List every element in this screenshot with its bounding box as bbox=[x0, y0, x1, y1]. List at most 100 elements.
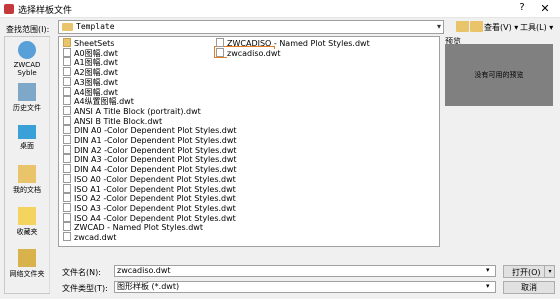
file-icon bbox=[63, 222, 71, 232]
title-bar: 选择样板文件 ? ✕ bbox=[0, 0, 560, 18]
file-icon bbox=[63, 47, 71, 57]
file-name: DIN A1 -Color Dependent Plot Styles.dwt bbox=[74, 136, 237, 145]
file-name: A0图幅.dwt bbox=[74, 48, 118, 58]
file-icon bbox=[63, 86, 71, 96]
open-button-label: 打开(O) bbox=[512, 268, 541, 277]
file-name: ISO A4 -Color Dependent Plot Styles.dwt bbox=[74, 213, 236, 223]
file-name: DIN A0 -Color Dependent Plot Styles.dwt bbox=[74, 126, 237, 136]
open-button[interactable]: 打开(O) ▾ bbox=[503, 265, 555, 278]
file-item[interactable]: DIN A2 -Color Dependent Plot Styles.dwt bbox=[63, 144, 237, 155]
view-menu-button[interactable]: 查看(V) ▾ bbox=[484, 22, 518, 33]
cancel-button[interactable]: 取消 bbox=[503, 281, 555, 294]
close-button[interactable]: ✕ bbox=[538, 2, 552, 16]
file-type-select[interactable]: 图形样板 (*.dwt) bbox=[114, 281, 496, 293]
file-item[interactable]: ANSI B Title Block.dwt bbox=[63, 115, 163, 126]
look-in-combo[interactable]: Template ▾ bbox=[58, 20, 444, 34]
file-name: A4图幅.dwt bbox=[74, 87, 118, 97]
file-icon bbox=[63, 125, 71, 135]
file-name-input[interactable]: zwcadiso.dwt bbox=[114, 265, 496, 277]
file-item[interactable]: ZWCADISO - Named Plot Styles.dwt bbox=[216, 38, 370, 48]
new-folder-icon[interactable] bbox=[470, 21, 483, 32]
chevron-down-icon[interactable]: ▾ bbox=[486, 266, 490, 274]
file-icon bbox=[63, 105, 71, 115]
file-icon bbox=[63, 115, 71, 125]
app-icon bbox=[4, 4, 14, 14]
place-history[interactable]: 历史文件 bbox=[5, 83, 49, 113]
file-item[interactable]: ISO A0 -Color Dependent Plot Styles.dwt bbox=[63, 173, 236, 184]
place-label: 桌面 bbox=[20, 142, 34, 150]
file-name-label: 文件名(N): bbox=[62, 268, 101, 277]
file-icon bbox=[63, 96, 71, 106]
places-scrollbar[interactable] bbox=[49, 37, 50, 293]
file-item[interactable]: DIN A4 -Color Dependent Plot Styles.dwt bbox=[63, 164, 237, 174]
file-icon bbox=[63, 135, 71, 144]
file-name: A4纵置图幅.dwt bbox=[74, 97, 134, 107]
file-icon bbox=[63, 173, 71, 183]
file-name: DIN A4 -Color Dependent Plot Styles.dwt bbox=[74, 165, 237, 175]
look-in-value: Template bbox=[76, 22, 115, 31]
chevron-down-icon[interactable]: ▾ bbox=[437, 22, 441, 31]
cloud-icon bbox=[18, 41, 36, 59]
window-title: 选择样板文件 bbox=[18, 6, 73, 16]
file-name: A3图幅.dwt bbox=[74, 77, 118, 87]
place-favorites[interactable]: 收藏夹 bbox=[5, 207, 49, 237]
look-in-label: 查找范围(I): bbox=[6, 25, 50, 34]
place-zwcad-syble[interactable]: ZWCAD Syble bbox=[5, 41, 49, 77]
file-item[interactable]: ANSI A Title Block (portrait).dwt bbox=[63, 105, 201, 116]
file-item[interactable]: ISO A2 -Color Dependent Plot Styles.dwt bbox=[63, 193, 236, 203]
file-name: zwcad.dwt bbox=[74, 233, 117, 242]
file-name: ZWCADISO - Named Plot Styles.dwt bbox=[227, 39, 370, 48]
folder-item[interactable]: SheetSets bbox=[63, 38, 114, 48]
file-item[interactable]: A3图幅.dwt bbox=[63, 76, 118, 87]
preview-pane: 没有可用的预览 bbox=[445, 44, 553, 106]
file-item[interactable]: DIN A1 -Color Dependent Plot Styles.dwt bbox=[63, 135, 237, 145]
place-documents[interactable]: 我的文档 bbox=[5, 165, 49, 195]
file-name: ISO A1 -Color Dependent Plot Styles.dwt bbox=[74, 184, 236, 194]
file-name: A1图幅.dwt bbox=[74, 58, 118, 68]
file-item[interactable]: zwcadiso.dwt bbox=[216, 47, 281, 58]
file-icon bbox=[63, 76, 71, 86]
file-item[interactable]: A2图幅.dwt bbox=[63, 67, 118, 77]
network-folder-icon bbox=[18, 249, 36, 267]
tools-menu-button[interactable]: 工具(L) ▾ bbox=[520, 22, 553, 33]
file-item[interactable]: zwcad.dwt bbox=[63, 232, 116, 242]
file-icon bbox=[63, 67, 71, 77]
file-item[interactable]: A4纵置图幅.dwt bbox=[63, 96, 134, 106]
file-name: ANSI B Title Block.dwt bbox=[74, 116, 163, 126]
place-network-folder[interactable]: 网络文件夹 bbox=[5, 249, 49, 279]
file-name: ISO A0 -Color Dependent Plot Styles.dwt bbox=[74, 174, 236, 184]
places-bar: ZWCAD Syble 历史文件 桌面 我的文档 收藏夹 网络文件夹 bbox=[4, 36, 50, 294]
file-icon bbox=[63, 232, 71, 241]
file-name: ISO A3 -Color Dependent Plot Styles.dwt bbox=[74, 203, 236, 213]
folder-icon bbox=[62, 23, 73, 31]
help-button[interactable]: ? bbox=[515, 2, 529, 16]
history-icon bbox=[18, 83, 36, 101]
file-list[interactable]: SheetSets A0图幅.dwt A1图幅.dwt A2图幅.dwt A3图幅.dw… bbox=[58, 36, 440, 247]
file-item[interactable]: A1图幅.dwt bbox=[63, 57, 118, 67]
place-label: ZWCAD Syble bbox=[13, 61, 41, 77]
file-item[interactable]: DIN A3 -Color Dependent Plot Styles.dwt bbox=[63, 154, 237, 164]
open-dropdown-arrow[interactable]: ▾ bbox=[544, 266, 555, 277]
file-item[interactable]: ZWCAD - Named Plot Styles.dwt bbox=[63, 222, 203, 232]
file-icon bbox=[63, 193, 71, 203]
file-icon bbox=[63, 144, 71, 154]
favorites-icon bbox=[18, 207, 36, 225]
file-icon bbox=[63, 202, 71, 212]
file-icon bbox=[63, 57, 71, 67]
file-item[interactable]: A4图幅.dwt bbox=[63, 86, 118, 97]
file-item[interactable]: ISO A3 -Color Dependent Plot Styles.dwt bbox=[63, 202, 236, 213]
desktop-icon bbox=[18, 125, 36, 139]
place-desktop[interactable]: 桌面 bbox=[5, 125, 49, 151]
file-icon bbox=[216, 47, 224, 57]
place-label: 我的文档 bbox=[13, 186, 41, 194]
file-type-label: 文件类型(T): bbox=[62, 284, 108, 293]
file-name: SheetSets bbox=[74, 39, 115, 48]
file-item[interactable]: DIN A0 -Color Dependent Plot Styles.dwt bbox=[63, 125, 237, 135]
file-name: DIN A2 -Color Dependent Plot Styles.dwt bbox=[74, 145, 237, 155]
file-item[interactable]: A0图幅.dwt bbox=[63, 47, 118, 58]
file-item[interactable]: ISO A1 -Color Dependent Plot Styles.dwt bbox=[63, 183, 236, 194]
up-folder-icon[interactable] bbox=[456, 21, 469, 32]
chevron-down-icon[interactable]: ▾ bbox=[486, 282, 490, 290]
file-item[interactable]: ISO A4 -Color Dependent Plot Styles.dwt bbox=[63, 212, 236, 223]
file-icon bbox=[63, 183, 71, 193]
